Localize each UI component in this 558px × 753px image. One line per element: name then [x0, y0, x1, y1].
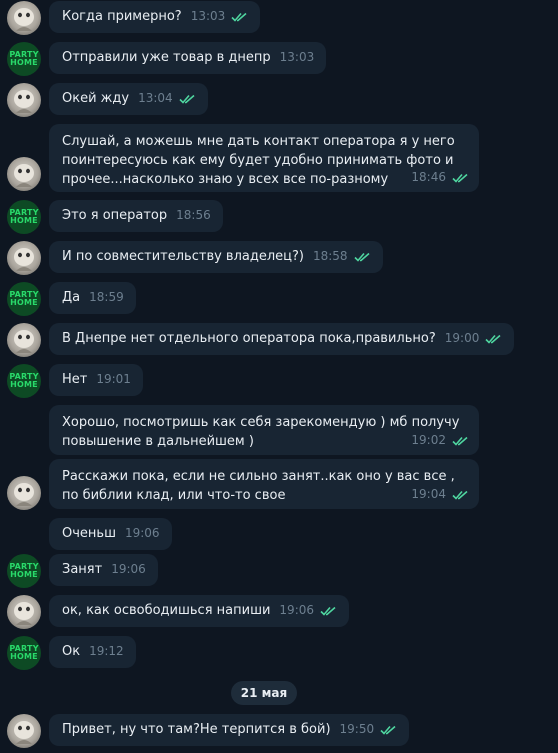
- party-home-logo[interactable]: PARTY HOME: [7, 200, 41, 234]
- message-text: Да: [62, 290, 81, 305]
- message-bubble[interactable]: Это я оператор 18:56: [49, 200, 223, 232]
- message-text: ок, как освободишься напиши: [62, 603, 271, 618]
- user-avatar[interactable]: [7, 241, 41, 275]
- party-home-logo-line2: HOME: [10, 216, 38, 225]
- user-avatar[interactable]: [7, 714, 41, 748]
- user-avatar[interactable]: [7, 83, 41, 117]
- message-bubble[interactable]: Привет, ну что там?Не терпится в бой) 19:…: [49, 714, 410, 746]
- message-text: Отправили уже товар в днепр: [62, 50, 271, 65]
- message-bubble[interactable]: Окей жду 13:04: [49, 83, 208, 115]
- message-bubble[interactable]: ок, как освободишься напиши 19:06: [49, 595, 350, 627]
- message-text: В Днепре нет отдельного оператора пока,п…: [62, 331, 436, 346]
- party-home-logo-line2: HOME: [10, 380, 38, 389]
- message-time: 18:56: [176, 208, 211, 222]
- message-time: 19:04: [411, 485, 469, 504]
- message-text: Нет: [62, 372, 88, 387]
- user-avatar[interactable]: [7, 476, 41, 510]
- message-text: Оченьш: [62, 526, 116, 541]
- date-separator: 21 мая: [231, 681, 297, 705]
- double-check-icon: [380, 725, 397, 735]
- party-home-logo[interactable]: PARTY HOME: [7, 364, 41, 398]
- double-check-icon: [354, 252, 371, 262]
- message-time: 19:00: [445, 329, 503, 348]
- party-home-logo[interactable]: PARTY HOME: [7, 42, 41, 76]
- message-bubble[interactable]: Когда примерно? 13:03: [49, 1, 261, 33]
- message-text: Окей жду: [62, 91, 130, 106]
- double-check-icon: [452, 436, 469, 446]
- message-time: 19:12: [89, 644, 124, 658]
- message-text: Слушай, а можешь мне дать контакт операт…: [62, 134, 455, 187]
- message-text: И по совместительству владелец?): [62, 249, 304, 264]
- message-bubble[interactable]: И по совместительству владелец?) 18:58: [49, 241, 383, 273]
- message-time: 13:03: [279, 50, 315, 64]
- party-home-logo-line2: HOME: [10, 570, 38, 579]
- user-avatar[interactable]: [7, 1, 41, 35]
- party-home-logo[interactable]: PARTY HOME: [7, 636, 41, 670]
- double-check-icon: [231, 12, 248, 22]
- party-home-logo[interactable]: PARTY HOME: [7, 554, 41, 588]
- party-home-logo-line2: HOME: [10, 652, 38, 661]
- message-bubble[interactable]: Расскажи пока, если не сильно занят..как…: [49, 459, 479, 509]
- party-home-logo-line2: HOME: [10, 58, 38, 67]
- message-text: Хорошо, посмотришь как себя зарекомендую…: [62, 415, 460, 449]
- message-bubble[interactable]: Слушай, а можешь мне дать контакт операт…: [49, 124, 479, 192]
- message-time: 19:06: [111, 562, 146, 576]
- message-bubble[interactable]: Ок 19:12: [49, 636, 136, 668]
- double-check-icon: [452, 173, 469, 183]
- message-time: 19:06: [279, 601, 337, 620]
- message-bubble[interactable]: Хорошо, посмотришь как себя зарекомендую…: [49, 405, 479, 455]
- message-bubble[interactable]: Отправили уже товар в днепр 13:03: [49, 42, 327, 74]
- message-time: 18:58: [313, 247, 371, 266]
- user-avatar[interactable]: [7, 595, 41, 629]
- double-check-icon: [320, 606, 337, 616]
- message-text: Ок: [62, 644, 81, 659]
- message-time: 13:03: [191, 7, 249, 26]
- user-avatar[interactable]: [7, 323, 41, 357]
- message-text: Занят: [62, 562, 103, 577]
- user-avatar[interactable]: [7, 157, 41, 191]
- double-check-icon: [452, 490, 469, 500]
- message-text: Привет, ну что там?Не терпится в бой): [62, 722, 331, 737]
- message-bubble[interactable]: Занят 19:06: [49, 554, 158, 586]
- message-time: 19:01: [96, 372, 131, 386]
- message-time: 19:50: [340, 720, 398, 739]
- message-bubble[interactable]: Нет 19:01: [49, 364, 143, 396]
- message-time: 18:59: [89, 290, 124, 304]
- message-time: 13:04: [138, 89, 196, 108]
- double-check-icon: [485, 334, 502, 344]
- message-text: Это я оператор: [62, 208, 168, 223]
- party-home-logo-line2: HOME: [10, 298, 38, 307]
- message-time: 19:06: [124, 526, 160, 540]
- message-bubble[interactable]: В Днепре нет отдельного оператора пока,п…: [49, 323, 515, 355]
- message-bubble[interactable]: Да 18:59: [49, 282, 136, 314]
- double-check-icon: [179, 94, 196, 104]
- message-text: Расскажи пока, если не сильно занят..как…: [62, 469, 455, 503]
- message-text: Когда примерно?: [62, 9, 182, 24]
- message-time: 18:46: [411, 168, 469, 187]
- message-time: 19:02: [411, 431, 469, 450]
- message-bubble[interactable]: Оченьш 19:06: [49, 518, 172, 550]
- party-home-logo[interactable]: PARTY HOME: [7, 282, 41, 316]
